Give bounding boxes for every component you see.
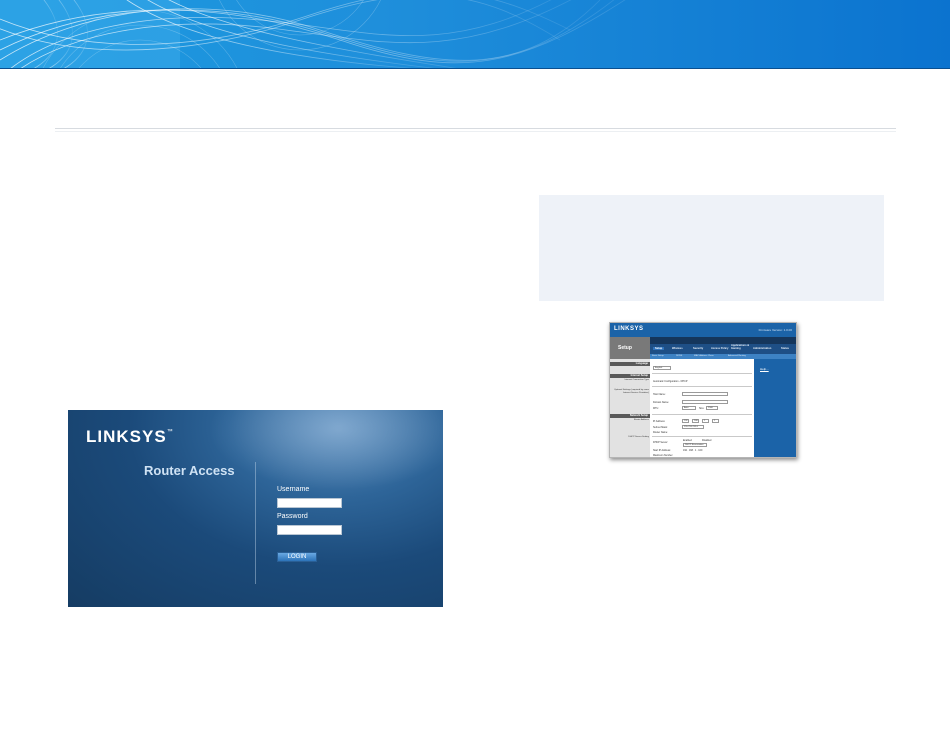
- password-label: Password: [277, 513, 308, 520]
- tab-security[interactable]: Security: [693, 347, 703, 350]
- dhcp-reservation-button[interactable]: DHCP Reservation: [683, 443, 707, 447]
- ip-octet-4[interactable]: 1: [712, 419, 719, 423]
- subtab-basic-setup[interactable]: Basic Setup: [652, 355, 664, 357]
- left-label-optional-settings: Optional Settings (required by some Inte…: [614, 389, 649, 394]
- subnet-mask-select[interactable]: 255.255.255.0: [682, 425, 704, 429]
- login-background-glow: [208, 410, 443, 490]
- left-label-connection-type: Internet Connection Type: [624, 379, 649, 381]
- tab-applications-gaming[interactable]: Applications & Gaming: [731, 344, 751, 350]
- dhcp-server-label: DHCP Server:: [653, 441, 669, 444]
- tab-wireless[interactable]: Wireless: [672, 347, 683, 350]
- tab-access-policy[interactable]: Access Policy: [711, 347, 728, 350]
- start-ip-label: Start IP Address:: [653, 449, 671, 452]
- subnet-mask-label: Subnet Mask:: [653, 426, 668, 429]
- subtab-mac-clone[interactable]: MAC Address Clone: [694, 355, 714, 357]
- setup-separator: [652, 436, 752, 437]
- left-label-dhcp-server-setting: DHCP Server Setting: [628, 436, 649, 438]
- divider-rule-secondary: [55, 131, 896, 132]
- left-header-internet-setup: Internet Setup: [610, 374, 650, 378]
- setup-separator: [652, 386, 752, 387]
- mtu-select[interactable]: Auto: [682, 406, 696, 410]
- ip-octet-2[interactable]: 168: [692, 419, 699, 423]
- login-divider: [255, 462, 256, 584]
- note-box: [539, 195, 884, 301]
- setup-separator: [652, 414, 752, 415]
- dhcp-enabled-radio[interactable]: Enabled: [683, 439, 692, 442]
- username-input[interactable]: [277, 498, 342, 508]
- host-name-label: Host Name:: [653, 393, 666, 396]
- mtu-label: MTU:: [653, 407, 659, 410]
- header-banner: [0, 0, 950, 69]
- ip-octet-1[interactable]: 192: [682, 419, 689, 423]
- setup-help-panel: [754, 359, 796, 457]
- router-name-label: Router Name:: [653, 431, 668, 434]
- max-number-label: Maximum Number: [653, 454, 673, 457]
- start-ip-value[interactable]: 192 . 168 . 1 . 100: [683, 449, 702, 452]
- domain-name-input[interactable]: [682, 400, 728, 404]
- firmware-version: Firmware Version: 1.0.00: [758, 328, 792, 332]
- tab-status[interactable]: Status: [781, 347, 789, 350]
- setup-separator: [652, 373, 752, 374]
- router-access-screenshot: LINKSYS™ Router Access Username Password…: [68, 410, 443, 607]
- size-label: Size:: [699, 407, 705, 410]
- ip-address-label: IP Address:: [653, 420, 666, 423]
- password-input[interactable]: [277, 525, 342, 535]
- router-access-title: Router Access: [144, 463, 235, 478]
- banner-bottom-border: [0, 68, 950, 69]
- setup-tab-bar-top: [650, 337, 796, 344]
- dhcp-disabled-radio[interactable]: Disabled: [702, 439, 711, 442]
- login-button[interactable]: LOGIN: [277, 552, 317, 562]
- subtab-advanced-routing[interactable]: Advanced Routing: [728, 355, 746, 357]
- setup-page-screenshot: LINKSYS Firmware Version: 1.0.00 Setup S…: [609, 322, 797, 458]
- tab-setup[interactable]: Setup: [653, 347, 665, 350]
- language-select[interactable]: English: [653, 366, 671, 370]
- banner-swirl-graphic: [0, 0, 626, 69]
- help-link[interactable]: Help...: [760, 367, 769, 371]
- left-header-language: Language: [610, 362, 650, 366]
- subtab-ddns[interactable]: DDNS: [676, 355, 682, 357]
- tab-administration[interactable]: Administration: [753, 347, 771, 350]
- setup-section-label: Setup: [618, 345, 632, 351]
- host-name-input[interactable]: [682, 392, 728, 396]
- username-label: Username: [277, 486, 310, 493]
- size-input[interactable]: 1500: [706, 406, 718, 410]
- document-page: LINKSYS™ Router Access Username Password…: [0, 0, 950, 734]
- domain-name-label: Domain Name:: [653, 401, 669, 404]
- divider-rule: [55, 128, 896, 129]
- setup-linksys-logo: LINKSYS: [614, 326, 644, 332]
- ip-octet-3[interactable]: 1: [702, 419, 709, 423]
- left-label-router-address: Router Address: [633, 419, 649, 421]
- left-header-network-setup: Network Setup: [610, 414, 650, 418]
- connection-type-label: Automatic Configuration - DHCP: [653, 380, 688, 383]
- linksys-logo: LINKSYS™: [86, 427, 174, 446]
